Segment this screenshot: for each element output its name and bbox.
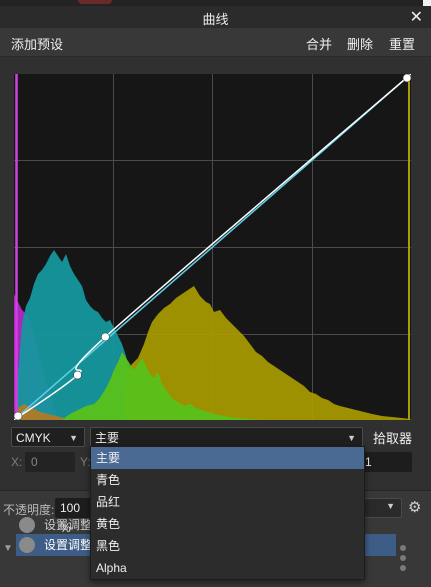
reset-button[interactable]: 重置 xyxy=(389,34,415,53)
add-preset-button[interactable]: 添加预设 xyxy=(11,34,63,53)
menu-item-master[interactable]: 主要 xyxy=(91,447,364,469)
dialog-title: 曲线 xyxy=(202,12,229,27)
curves-graph[interactable] xyxy=(14,74,411,420)
curve-control-point[interactable] xyxy=(101,332,110,342)
color-space-value: CMYK xyxy=(16,431,51,445)
menu-item-cyan[interactable]: 青色 xyxy=(91,469,364,491)
menu-item-black[interactable]: 黑色 xyxy=(91,535,364,557)
preset-toolbar: 添加预设 合并 删除 重置 xyxy=(0,28,431,57)
menu-item-magenta[interactable]: 品红 xyxy=(91,491,364,513)
close-icon[interactable]: ✕ xyxy=(410,7,423,27)
background-fragment xyxy=(78,0,112,4)
chevron-down-icon: ▼ xyxy=(69,433,78,443)
y-input[interactable]: 1 xyxy=(362,452,412,472)
curve-control-point[interactable] xyxy=(73,370,82,380)
panel-scroll-dots[interactable] xyxy=(400,545,406,575)
merge-button[interactable]: 合并 xyxy=(306,34,332,53)
channel-value: 主要 xyxy=(95,431,120,445)
layer-label: 设置调整 xyxy=(44,538,93,552)
adjustment-layer-icon xyxy=(19,517,35,533)
menu-item-alpha[interactable]: Alpha xyxy=(91,557,364,579)
expand-triangle-icon[interactable]: ▼ xyxy=(3,543,13,554)
adjustment-layer-icon xyxy=(19,537,35,553)
x-label: X: xyxy=(11,455,23,469)
chevron-down-icon: ▼ xyxy=(347,433,356,443)
channel-menu: 主要 青色 品红 黄色 黑色 Alpha xyxy=(90,446,365,580)
delete-button[interactable]: 删除 xyxy=(347,34,373,53)
layer-label: 设置调整 xyxy=(44,518,93,532)
menu-item-yellow[interactable]: 黄色 xyxy=(91,513,364,535)
x-input[interactable]: 0 xyxy=(25,452,75,472)
channel-dropdown[interactable]: 主要 ▼ xyxy=(90,427,363,447)
curve-control-point[interactable] xyxy=(402,74,411,83)
chevron-down-icon: ▼ xyxy=(386,501,395,511)
gear-icon[interactable]: ⚙ xyxy=(408,498,421,516)
color-space-dropdown[interactable]: CMYK ▼ xyxy=(11,427,85,447)
curves-panel xyxy=(0,57,431,427)
picker-button[interactable]: 拾取器 xyxy=(373,428,412,447)
dialog-titlebar: 曲线 ✕ xyxy=(0,6,431,28)
curve-control-point[interactable] xyxy=(14,411,23,420)
